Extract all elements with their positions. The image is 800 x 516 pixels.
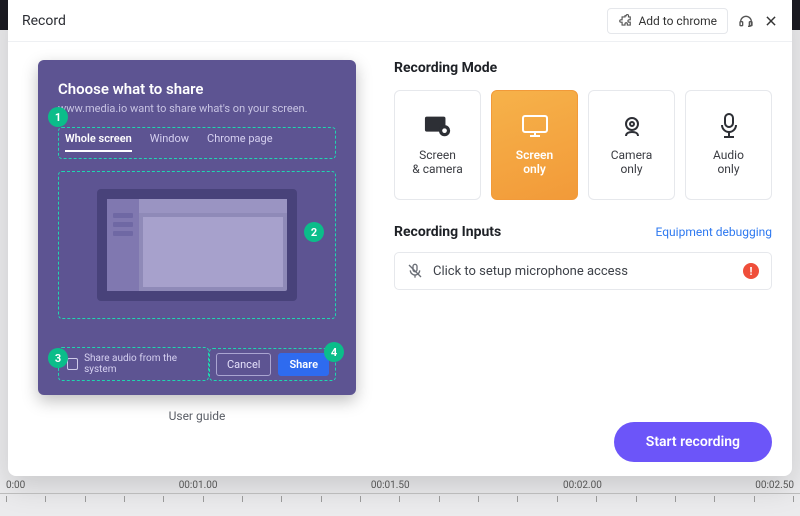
step-badge-1: 1: [48, 107, 68, 127]
add-to-chrome-label: Add to chrome: [638, 14, 717, 28]
screen-thumbnail: [97, 189, 297, 301]
user-guide-link[interactable]: User guide: [169, 409, 226, 423]
tick-label: 00:01.00: [179, 480, 218, 491]
tick-label: 0:00: [6, 480, 25, 491]
microphone-icon: [715, 114, 743, 138]
mode-label: Screen only: [516, 148, 553, 176]
tick-label: 00:02.50: [755, 480, 794, 491]
right-column: Recording Mode Screen & camera Screen on…: [394, 60, 772, 462]
close-icon[interactable]: [764, 14, 778, 28]
start-row: Start recording: [394, 398, 772, 462]
warning-icon: !: [743, 263, 759, 279]
mode-screen-camera[interactable]: Screen & camera: [394, 90, 481, 200]
modal-header: Record Add to chrome: [8, 0, 792, 42]
add-to-chrome-button[interactable]: Add to chrome: [607, 8, 728, 34]
share-audio-label: Share audio from the system: [84, 353, 200, 375]
tab-chrome-page[interactable]: Chrome page: [207, 132, 273, 150]
step-badge-3: 3: [48, 348, 68, 368]
share-subtitle: www.media.io want to share what's on you…: [58, 102, 336, 115]
setup-mic-label: Click to setup microphone access: [433, 264, 628, 279]
recording-inputs-header: Recording Inputs Equipment debugging: [394, 224, 772, 240]
mode-label: Audio only: [713, 148, 744, 176]
mode-label: Camera only: [611, 148, 653, 176]
share-preview-area[interactable]: [58, 171, 336, 319]
share-button[interactable]: Share: [278, 353, 329, 376]
tab-whole-screen[interactable]: Whole screen: [65, 132, 132, 152]
modal-title: Record: [22, 13, 607, 29]
share-audio-checkbox[interactable]: Share audio from the system: [58, 347, 209, 381]
share-bottom-row: Share audio from the system Cancel Share: [58, 347, 336, 381]
muted-mic-icon: [407, 263, 423, 279]
timeline-labels: 0:00 00:01.00 00:01.50 00:02.00 00:02.50: [0, 476, 800, 491]
camera-icon: [618, 114, 646, 138]
cancel-button[interactable]: Cancel: [216, 353, 271, 376]
step-badge-4: 4: [324, 342, 344, 362]
step-badge-2: 2: [304, 222, 324, 242]
start-recording-button[interactable]: Start recording: [614, 422, 772, 462]
mode-camera-only[interactable]: Camera only: [588, 90, 675, 200]
mode-label: Screen & camera: [412, 148, 463, 176]
tab-window[interactable]: Window: [150, 132, 189, 150]
screen-icon: [521, 114, 549, 138]
modal-body: Choose what to share www.media.io want t…: [8, 42, 792, 476]
equipment-debugging-link[interactable]: Equipment debugging: [656, 225, 772, 239]
record-modal: Record Add to chrome Choose what to shar…: [8, 0, 792, 476]
recording-mode-grid: Screen & camera Screen only Camera only: [394, 90, 772, 200]
checkbox-icon: [67, 358, 78, 370]
share-buttons: Cancel Share: [209, 348, 336, 381]
setup-microphone-row[interactable]: Click to setup microphone access !: [394, 252, 772, 290]
headset-icon[interactable]: [738, 13, 754, 29]
puzzle-icon: [618, 14, 632, 28]
tick-label: 00:02.00: [563, 480, 602, 491]
share-title: Choose what to share: [58, 80, 336, 98]
mode-audio-only[interactable]: Audio only: [685, 90, 772, 200]
mode-screen-only[interactable]: Screen only: [491, 90, 578, 200]
screen-camera-icon: [424, 114, 452, 138]
timeline: 0:00 00:01.00 00:01.50 00:02.00 00:02.50: [0, 476, 800, 516]
recording-mode-heading: Recording Mode: [394, 60, 772, 76]
left-column: Choose what to share www.media.io want t…: [28, 60, 366, 462]
recording-inputs-heading: Recording Inputs: [394, 224, 501, 240]
share-tabs: Whole screen Window Chrome page: [58, 127, 336, 159]
tick-label: 00:01.50: [371, 480, 410, 491]
